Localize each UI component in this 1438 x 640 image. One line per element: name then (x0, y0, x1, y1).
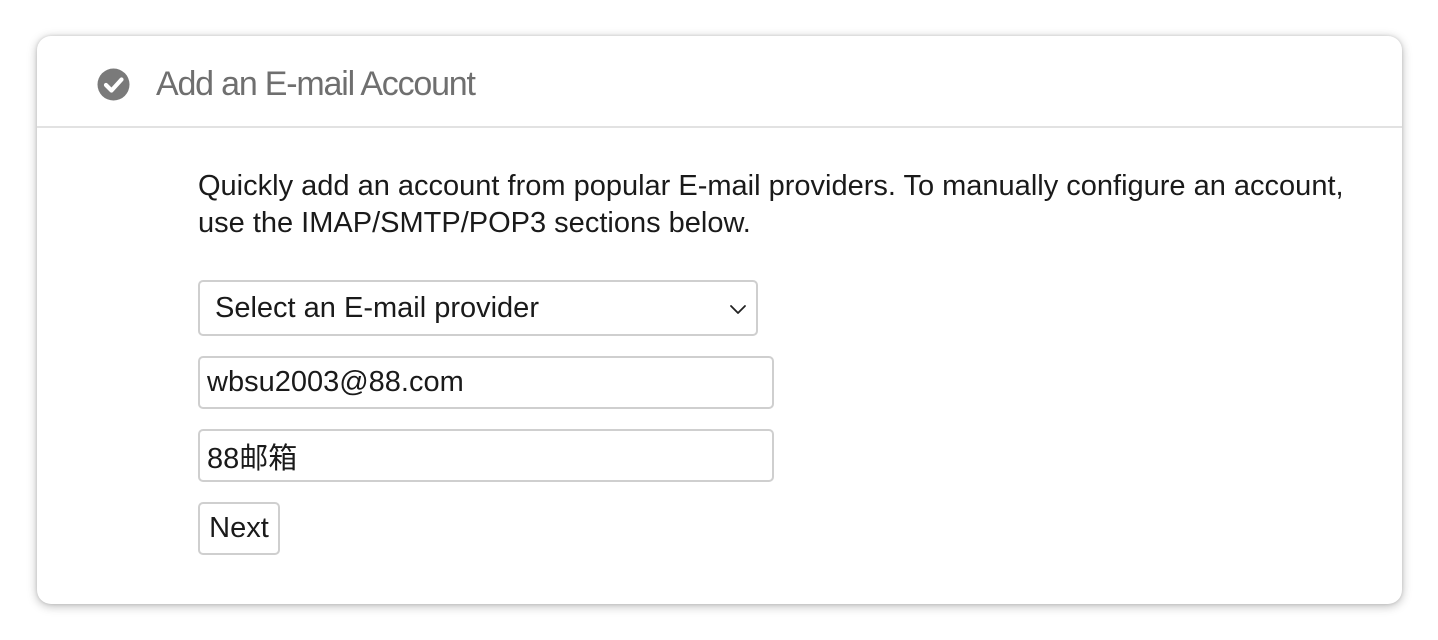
description-text: Quickly add an account from popular E-ma… (198, 170, 1344, 239)
email-provider-select[interactable]: Select an E-mail provider (198, 280, 758, 336)
check-circle-icon (97, 68, 130, 101)
next-button[interactable]: Next (198, 502, 280, 555)
add-email-account-panel: Add an E-mail Account Quickly add an acc… (37, 36, 1402, 604)
panel-header: Add an E-mail Account (37, 36, 1402, 128)
panel-title: Add an E-mail Account (156, 65, 476, 103)
email-address-field[interactable] (198, 356, 774, 409)
account-name-field[interactable] (198, 429, 774, 482)
chevron-down-icon (728, 299, 748, 319)
provider-select-value: Select an E-mail provider (215, 292, 539, 324)
